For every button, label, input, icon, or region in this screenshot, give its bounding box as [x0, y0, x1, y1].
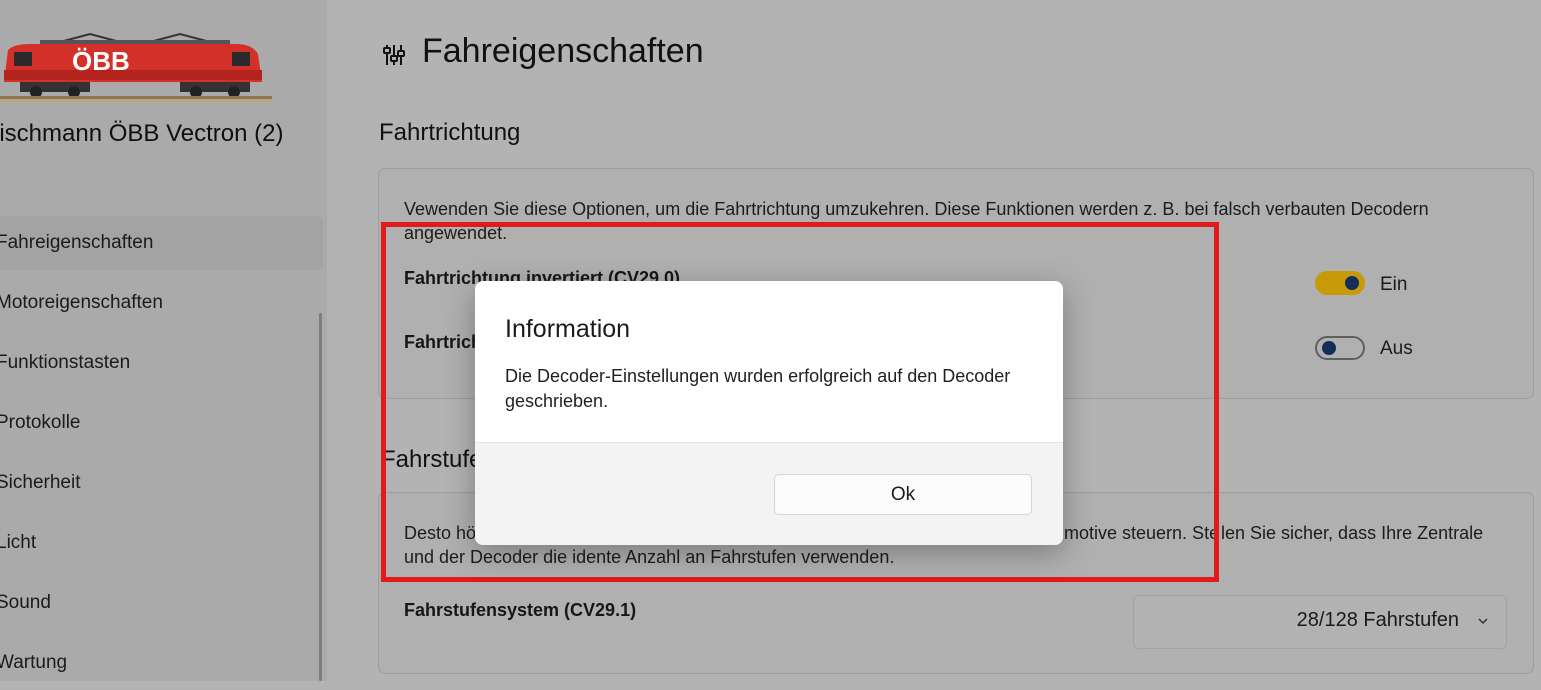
sidebar-item-fahreigenschaften[interactable]: Fahreigenschaften — [0, 216, 323, 270]
direction-description: Vewenden Sie diese Optionen, um die Fahr… — [404, 199, 1429, 243]
speed-steps-description-end: motive steuern. Ste — [1064, 523, 1220, 543]
ok-button[interactable]: Ok — [774, 474, 1032, 515]
sidebar-item-protokolle[interactable]: Protokolle — [0, 396, 323, 450]
speed-steps-description-line2: und der Decoder die idente Anzahl an Fah… — [404, 547, 895, 567]
sidebar-scrollbar[interactable] — [319, 313, 322, 681]
toggle-direction-2[interactable] — [1315, 336, 1365, 360]
speed-steps-dropdown[interactable]: 28/128 Fahrstufen — [1133, 595, 1507, 649]
setting-label-direction-2: Fahrtrich — [404, 332, 483, 352]
speed-steps-selected-value: 28/128 Fahrstufen — [1296, 609, 1459, 631]
dialog-message: Die Decoder-Einstellungen wurden erfolgr… — [505, 366, 1011, 411]
toggle-state-direction-inverted: Ein — [1380, 274, 1408, 295]
sidebar-item-sound[interactable]: Sound — [0, 576, 323, 630]
speed-steps-description-tail: len Sie sicher, dass Ihre Zentrale — [1221, 523, 1484, 543]
sidebar-item-funktionstasten[interactable]: Funktionstasten — [0, 336, 323, 390]
loco-brand-text: ÖBB — [72, 46, 130, 76]
dialog-footer: Ok — [475, 442, 1063, 545]
sidebar-item-sicherheit[interactable]: Sicherheit — [0, 456, 323, 510]
locomotive-image: ÖBB — [0, 32, 272, 102]
speed-steps-description-start: Desto hö — [404, 523, 477, 543]
loco-name: eischmann ÖBB Vectron (2) — [0, 120, 284, 147]
sidebar-item-motoreigenschaften[interactable]: Motoreigenschaften — [0, 276, 323, 330]
section-title-direction: Fahrtrichtung — [379, 119, 521, 146]
sidebar-item-wartung[interactable]: Wartung — [0, 636, 323, 690]
sidebar: ÖBB eischmann ÖBB Vectron (2) Fahreigens… — [0, 0, 327, 681]
toggle-state-direction-2: Aus — [1380, 338, 1413, 359]
setting-label-speed-steps-system: Fahrstufensystem (CV29.1) — [404, 600, 637, 620]
chevron-down-icon — [1478, 618, 1488, 625]
sidebar-item-licht[interactable]: Licht — [0, 516, 323, 570]
toggle-knob — [1345, 276, 1359, 290]
sliders-icon — [383, 45, 405, 65]
dialog-title: Information — [505, 315, 631, 343]
section-title-speed-steps: Fahrstufe — [381, 446, 483, 473]
toggle-knob — [1322, 341, 1336, 355]
information-dialog: Information Die Decoder-Einstellungen wu… — [475, 281, 1063, 545]
page-title: Fahreigenschaften — [422, 32, 704, 70]
toggle-direction-inverted[interactable] — [1315, 271, 1365, 295]
